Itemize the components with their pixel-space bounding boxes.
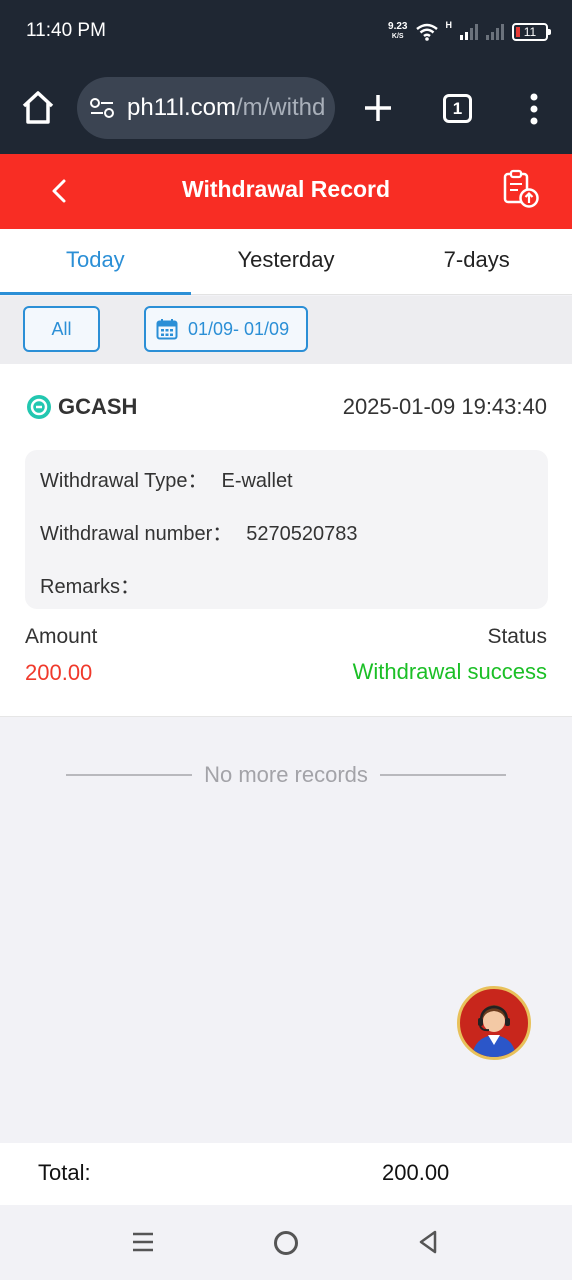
total-value: 200.00 xyxy=(382,1160,450,1185)
amount-value: 200.00 xyxy=(25,660,93,685)
tab-7-days[interactable]: 7-days xyxy=(381,229,572,294)
total-bar: Total: 200.00 xyxy=(0,1143,572,1205)
date-range-text: 01/09- 01/09 xyxy=(188,318,290,339)
amount-label: Amount xyxy=(25,625,98,648)
customer-support-button[interactable] xyxy=(457,986,531,1060)
back-triangle-icon[interactable] xyxy=(416,1229,440,1255)
url-text[interactable]: ph11l.com/m/withd xyxy=(127,94,325,122)
record-details: Withdrawal Type： E-wallet Withdrawal numb… xyxy=(25,450,548,609)
net-speed-unit: K/S xyxy=(391,33,404,40)
site-settings-icon[interactable] xyxy=(89,97,115,119)
page-title: Withdrawal Record xyxy=(181,176,391,202)
list-end-text: No more records xyxy=(204,762,368,787)
record-datetime: 2025-01-09 19:43:40 xyxy=(342,394,547,419)
network-type: H xyxy=(445,20,453,30)
recent-apps-icon[interactable] xyxy=(130,1231,156,1253)
remarks-row: Remarks： xyxy=(40,570,140,599)
divider-line-left xyxy=(66,774,193,776)
signal-icon-sim2 xyxy=(486,24,504,40)
more-menu-icon[interactable] xyxy=(524,92,544,126)
url-bar[interactable]: ph11l.com/m/withd xyxy=(77,77,335,139)
url-host: ph11l.com xyxy=(127,94,236,121)
net-speed: 9.23 K/S xyxy=(388,22,407,42)
date-range-button[interactable]: 01/09- 01/09 xyxy=(144,306,308,352)
app-header: Withdrawal Record xyxy=(0,154,572,229)
date-tabs: Today Yesterday 7-days xyxy=(0,229,572,295)
support-agent-icon xyxy=(472,1005,516,1057)
status-time: 11:40 PM xyxy=(26,20,106,41)
type-filter-button[interactable]: All xyxy=(23,306,100,352)
battery-level: 11 xyxy=(523,25,537,39)
calendar-icon xyxy=(156,319,178,340)
status-label: Status xyxy=(487,625,547,648)
withdrawal-number-value: 5270520783 xyxy=(246,523,358,545)
gcash-logo-icon xyxy=(27,395,51,419)
browser-chrome: 11:40 PM 9.23 K/S H 11 ph11l.com/m/withd… xyxy=(0,0,572,154)
tab-today[interactable]: Today xyxy=(0,229,191,295)
tab-yesterday[interactable]: Yesterday xyxy=(191,229,382,294)
list-end-divider: No more records xyxy=(66,760,506,790)
status-icons: 9.23 K/S H 11 xyxy=(388,20,551,44)
status-value: Withdrawal success xyxy=(352,659,547,684)
clipboard-upload-icon[interactable] xyxy=(500,168,542,210)
wifi-icon xyxy=(415,23,438,41)
channel-name: GCASH xyxy=(58,394,138,419)
withdrawal-record-card[interactable]: GCASH 2025-01-09 19:43:40 Withdrawal Typ… xyxy=(0,364,572,717)
withdrawal-type-row: Withdrawal Type： E-wallet xyxy=(40,464,293,493)
signal-icon xyxy=(460,24,478,40)
withdrawal-number-label: Withdrawal number： xyxy=(40,523,233,545)
withdrawal-type-label: Withdrawal Type： xyxy=(40,470,208,492)
divider-line-right xyxy=(379,774,506,776)
system-nav-bar xyxy=(0,1205,572,1280)
withdrawal-number-row: Withdrawal number： 5270520783 xyxy=(40,517,358,546)
filter-row: All 01/09- 01/09 xyxy=(0,296,572,364)
net-speed-value: 9.23 xyxy=(388,21,408,32)
channel: GCASH xyxy=(26,394,137,420)
url-path: /m/withd xyxy=(235,94,326,121)
home-circle-icon[interactable] xyxy=(274,1231,298,1255)
remarks-label: Remarks： xyxy=(40,576,141,598)
new-tab-icon[interactable] xyxy=(360,90,396,126)
total-label: Total: xyxy=(38,1160,91,1185)
withdrawal-type-value: E-wallet xyxy=(221,470,293,492)
battery-icon: 11 xyxy=(512,23,551,41)
tab-count: 1 xyxy=(452,98,463,118)
home-icon[interactable] xyxy=(18,88,58,128)
tab-switcher-button[interactable]: 1 xyxy=(443,94,472,123)
